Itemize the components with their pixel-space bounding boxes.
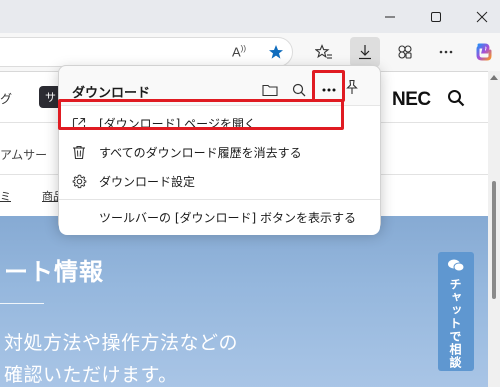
search-downloads-button[interactable] — [288, 79, 310, 101]
page-search-icon[interactable] — [447, 89, 465, 107]
read-aloud-button[interactable]: A)) — [224, 37, 254, 67]
maximize-icon — [431, 11, 441, 22]
scroll-up-arrow-icon[interactable] — [490, 75, 498, 80]
favorites-button[interactable] — [309, 37, 339, 67]
menu-separator — [59, 199, 380, 200]
menu-item-label: ツールバーの [ダウンロード] ボタンを表示する — [99, 211, 356, 225]
hero-title: ート情報 — [4, 258, 104, 286]
nav-text[interactable]: グ — [0, 90, 12, 107]
menu-item-download-settings[interactable]: ダウンロード設定 — [59, 167, 380, 196]
downloads-button[interactable] — [350, 37, 380, 67]
page-scrollbar[interactable] — [488, 71, 500, 387]
favorite-button[interactable] — [261, 37, 291, 67]
folder-icon — [262, 84, 278, 97]
gear-icon — [72, 174, 86, 189]
nec-logo[interactable]: NEC — [392, 89, 431, 111]
minimize-icon — [385, 16, 395, 17]
chat-button-label: チャットで相談 — [448, 278, 462, 369]
copilot-icon — [476, 43, 492, 61]
title-bar — [0, 0, 500, 33]
hero-rule — [0, 303, 44, 304]
breadcrumb-link[interactable]: ミ — [0, 188, 11, 204]
hero-banner: ート情報 対処方法や操作方法などの 確認いただけます。 チャットで相談 — [0, 216, 488, 387]
hero-line: 対処方法や操作方法などの — [4, 332, 239, 354]
extensions-button[interactable] — [390, 37, 420, 67]
menu-item-label: ダウンロード設定 — [99, 175, 196, 189]
extensions-icon — [398, 45, 412, 59]
minimize-button[interactable] — [367, 0, 413, 33]
menu-item-label: すべてのダウンロード履歴を消去する — [99, 146, 302, 160]
scroll-thumb[interactable] — [492, 181, 496, 299]
sub-nav-text[interactable]: アムサー — [0, 146, 47, 163]
close-icon — [476, 11, 488, 22]
close-button[interactable] — [459, 0, 500, 33]
maximize-button[interactable] — [413, 0, 459, 33]
menu-item-clear-history[interactable]: すべてのダウンロード履歴を消去する — [59, 138, 380, 167]
search-icon — [292, 83, 306, 97]
open-folder-button[interactable] — [259, 79, 281, 101]
more-icon — [439, 50, 453, 54]
pin-icon[interactable] — [345, 79, 359, 95]
settings-more-button[interactable] — [431, 37, 461, 67]
chat-icon — [448, 259, 465, 272]
favorites-list-icon — [315, 44, 332, 59]
open-page-highlight — [58, 99, 344, 130]
hero-line: 確認いただけます。 — [4, 364, 178, 386]
trash-icon — [73, 145, 85, 160]
download-icon — [359, 45, 371, 60]
menu-item-show-in-toolbar[interactable]: ツールバーの [ダウンロード] ボタンを表示する — [59, 203, 380, 232]
read-aloud-icon: A)) — [232, 44, 246, 60]
copilot-button[interactable] — [468, 37, 498, 67]
favorite-star-icon — [269, 45, 283, 59]
chat-consult-button[interactable]: チャットで相談 — [438, 252, 474, 371]
more-options-highlight — [312, 70, 345, 102]
